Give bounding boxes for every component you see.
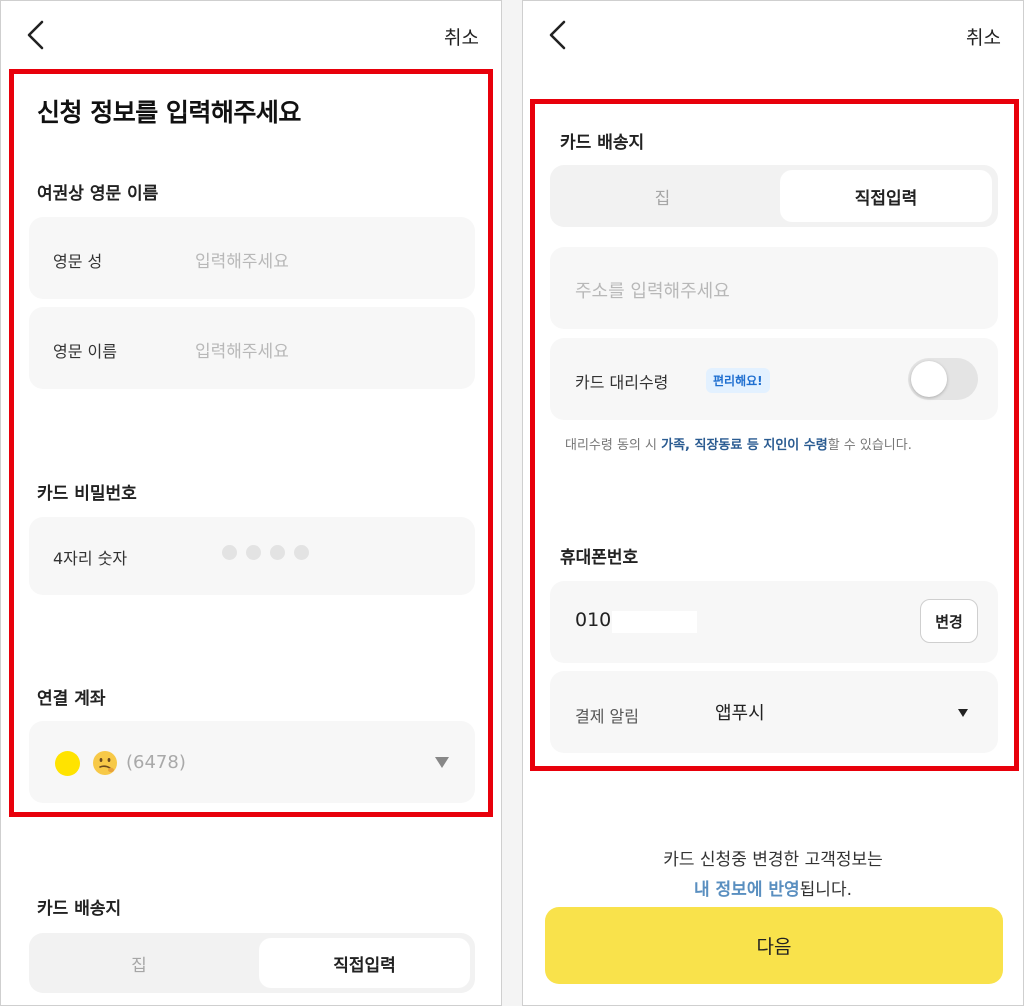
first-name-field[interactable]: 영문 이름 입력해주세요 bbox=[29, 307, 475, 389]
proxy-receipt-note: 대리수령 동의 시 가족, 직장동료 등 지인이 수령할 수 있습니다. bbox=[565, 434, 912, 453]
delivery-option-home[interactable]: 집 bbox=[34, 938, 244, 988]
account-section-title: 연결 계좌 bbox=[37, 689, 106, 709]
info-emphasis: 내 정보에 반영 bbox=[693, 880, 800, 900]
address-input[interactable]: 주소를 입력해주세요 bbox=[575, 277, 730, 303]
address-field[interactable]: 주소를 입력해주세요 bbox=[550, 247, 998, 329]
info-line-1: 카드 신청중 변경한 고객정보는 bbox=[663, 850, 883, 870]
top-bar: 취소 bbox=[1, 1, 501, 67]
info-line-2: 내 정보에 반영됩니다. bbox=[523, 875, 1023, 900]
change-phone-button[interactable]: 변경 bbox=[920, 599, 978, 643]
toggle-knob bbox=[911, 361, 947, 397]
first-name-input[interactable]: 입력해주세요 bbox=[195, 337, 289, 362]
delivery-section-title: 카드 배송지 bbox=[37, 899, 122, 919]
pin-field[interactable]: 4자리 숫자 bbox=[29, 517, 475, 595]
page-title: 신청 정보를 입력해주세요 bbox=[37, 98, 301, 127]
dropdown-arrow-icon bbox=[435, 757, 449, 768]
delivery-option-manual[interactable]: 직접입력 bbox=[259, 938, 470, 988]
proxy-receipt-toggle[interactable] bbox=[908, 358, 978, 400]
top-bar: 취소 bbox=[523, 1, 1023, 67]
screen-right: 취소 카드 배송지 집 직접입력 주소를 입력해주세요 카드 대리수령 편리해요… bbox=[522, 0, 1024, 1006]
payment-alert-label: 결제 알림 bbox=[575, 707, 639, 726]
thinking-face-icon bbox=[93, 751, 117, 775]
account-number: (6478) bbox=[126, 752, 186, 773]
note-emphasis: 가족, 직장동료 등 지인이 수령 bbox=[661, 438, 828, 453]
last-name-label: 영문 성 bbox=[53, 252, 103, 271]
dropdown-arrow-icon bbox=[958, 709, 968, 717]
back-arrow-icon[interactable] bbox=[23, 19, 49, 51]
pin-section-title: 카드 비밀번호 bbox=[37, 484, 137, 504]
cancel-button[interactable]: 취소 bbox=[444, 23, 479, 50]
bank-logo-icon bbox=[55, 751, 80, 776]
pin-dot bbox=[294, 545, 309, 560]
proxy-receipt-row: 카드 대리수령 편리해요! bbox=[550, 338, 998, 420]
pin-dot bbox=[270, 545, 285, 560]
phone-field: 010 변경 bbox=[550, 581, 998, 663]
pin-dots bbox=[222, 545, 309, 560]
phone-number: 010 bbox=[575, 609, 612, 631]
delivery-segmented-control: 집 직접입력 bbox=[29, 933, 475, 993]
pin-dot bbox=[246, 545, 261, 560]
next-button[interactable]: 다음 bbox=[545, 907, 1003, 984]
screen-left: 취소 신청 정보를 입력해주세요 여권상 영문 이름 영문 성 입력해주세요 영… bbox=[0, 0, 502, 1006]
name-section-title: 여권상 영문 이름 bbox=[37, 184, 159, 204]
cancel-button[interactable]: 취소 bbox=[966, 23, 1001, 50]
note-prefix: 대리수령 동의 시 bbox=[565, 438, 662, 453]
convenient-badge: 편리해요! bbox=[706, 368, 770, 393]
pin-label: 4자리 숫자 bbox=[53, 549, 128, 568]
note-suffix: 할 수 있습니다. bbox=[827, 438, 912, 453]
payment-alert-select[interactable]: 결제 알림 앱푸시 bbox=[550, 671, 998, 753]
last-name-input[interactable]: 입력해주세요 bbox=[195, 247, 289, 272]
payment-alert-value: 앱푸시 bbox=[715, 703, 765, 724]
redaction-mask bbox=[612, 611, 697, 633]
delivery-segmented-control: 집 직접입력 bbox=[550, 165, 998, 227]
account-select[interactable]: (6478) bbox=[29, 721, 475, 803]
info-suffix: 됩니다. bbox=[799, 880, 852, 900]
delivery-option-manual[interactable]: 직접입력 bbox=[780, 170, 992, 222]
delivery-section-title: 카드 배송지 bbox=[560, 133, 645, 153]
pin-dot bbox=[222, 545, 237, 560]
phone-section-title: 휴대폰번호 bbox=[560, 548, 639, 568]
delivery-option-home[interactable]: 집 bbox=[555, 170, 770, 222]
last-name-field[interactable]: 영문 성 입력해주세요 bbox=[29, 217, 475, 299]
first-name-label: 영문 이름 bbox=[53, 342, 117, 361]
back-arrow-icon[interactable] bbox=[545, 19, 571, 51]
proxy-receipt-label: 카드 대리수령 bbox=[575, 373, 669, 392]
